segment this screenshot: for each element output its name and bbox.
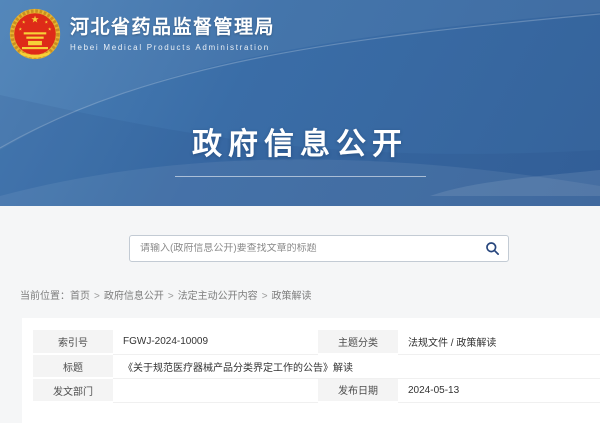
- breadcrumb-prefix: 当前位置：: [20, 291, 70, 302]
- breadcrumb-separator: >: [94, 291, 100, 302]
- breadcrumb-separator: >: [168, 291, 174, 302]
- svg-text:★: ★: [18, 27, 22, 32]
- banner-title-block: 政府信息公开: [0, 119, 600, 177]
- publish-date-value: 2024-05-13: [398, 378, 600, 402]
- topic-category-label: 主题分类: [318, 330, 398, 354]
- search-button[interactable]: [479, 236, 505, 261]
- table-row: 标题 《关于规范医疗器械产品分类界定工作的公告》解读: [33, 354, 600, 378]
- document-meta-panel: 索引号 FGWJ-2024-10009 主题分类 法规文件 / 政策解读 标题 …: [22, 318, 600, 423]
- search-box: [129, 235, 509, 262]
- breadcrumb-separator: >: [262, 291, 268, 302]
- issuing-dept-value: [113, 378, 318, 402]
- svg-text:★: ★: [48, 27, 52, 32]
- breadcrumb-item-disclosure[interactable]: 法定主动公开内容: [178, 291, 258, 302]
- breadcrumb-item-gov-info[interactable]: 政府信息公开: [104, 291, 164, 302]
- svg-text:★: ★: [44, 20, 48, 25]
- title-value: 《关于规范医疗器械产品分类界定工作的公告》解读: [113, 354, 600, 378]
- publish-date-label: 发布日期: [318, 378, 398, 402]
- index-number-value: FGWJ-2024-10009: [113, 330, 318, 354]
- document-meta-table: 索引号 FGWJ-2024-10009 主题分类 法规文件 / 政策解读 标题 …: [33, 330, 600, 403]
- agency-name-block: 河北省药品监督管理局 Hebei Medical Products Admini…: [70, 17, 275, 52]
- svg-text:★: ★: [31, 15, 40, 26]
- china-national-emblem-icon: ★ ★ ★ ★ ★: [9, 8, 61, 60]
- agency-logo-block[interactable]: ★ ★ ★ ★ ★ 河北省药品监督管理局 Hebei Medical Produ…: [9, 8, 275, 60]
- breadcrumb-item-policy[interactable]: 政策解读: [272, 291, 312, 302]
- title-label: 标题: [33, 354, 113, 378]
- banner-title: 政府信息公开: [0, 119, 600, 163]
- breadcrumb-item-home[interactable]: 首页: [70, 291, 90, 302]
- breadcrumb: 当前位置：首页 > 政府信息公开 > 法定主动公开内容 > 政策解读: [20, 290, 600, 304]
- page: { "theme": { "header_blue": "#3a6da7", "…: [0, 0, 600, 400]
- search-section: [0, 206, 600, 262]
- table-row: 索引号 FGWJ-2024-10009 主题分类 法规文件 / 政策解读: [33, 330, 600, 354]
- svg-text:★: ★: [22, 20, 26, 25]
- search-icon: [485, 241, 500, 256]
- banner-underline: [175, 176, 426, 177]
- table-row: 发文部门 发布日期 2024-05-13: [33, 378, 600, 402]
- topic-category-value: 法规文件 / 政策解读: [398, 330, 600, 354]
- search-input[interactable]: [130, 243, 479, 254]
- issuing-dept-label: 发文部门: [33, 378, 113, 402]
- agency-name-cn: 河北省药品监督管理局: [70, 17, 275, 39]
- index-number-label: 索引号: [33, 330, 113, 354]
- blue-header-banner: ★ ★ ★ ★ ★ 河北省药品监督管理局 Hebei Medical Produ…: [0, 0, 600, 206]
- agency-name-en: Hebei Medical Products Administration: [70, 43, 275, 52]
